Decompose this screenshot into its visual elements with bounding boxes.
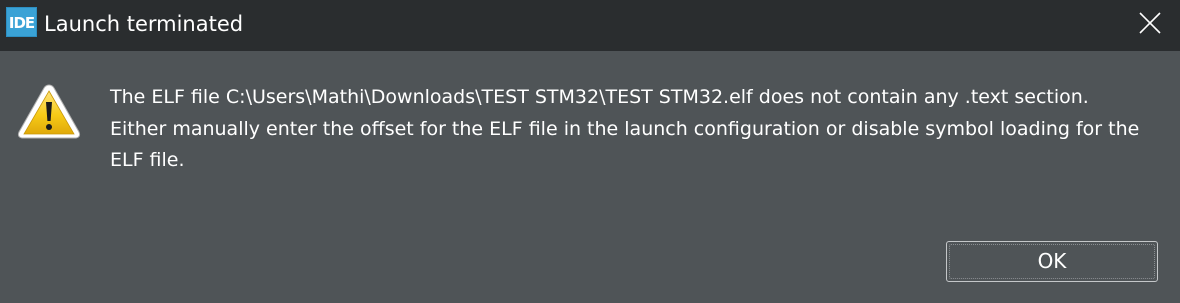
title-bar[interactable]: IDE Launch terminated	[0, 0, 1180, 51]
error-message: The ELF file C:\Users\Mathi\Downloads\TE…	[110, 86, 1140, 171]
ok-button[interactable]: OK	[946, 241, 1158, 282]
close-button[interactable]	[1120, 0, 1180, 46]
close-icon	[1139, 12, 1161, 34]
warning-icon	[17, 84, 81, 139]
ok-button-label: OK	[1037, 249, 1067, 273]
launch-terminated-dialog: IDE Launch terminated The ELF file C:\Us…	[0, 0, 1180, 303]
window-title: Launch terminated	[44, 12, 244, 36]
ide-logo-icon: IDE	[6, 7, 37, 37]
